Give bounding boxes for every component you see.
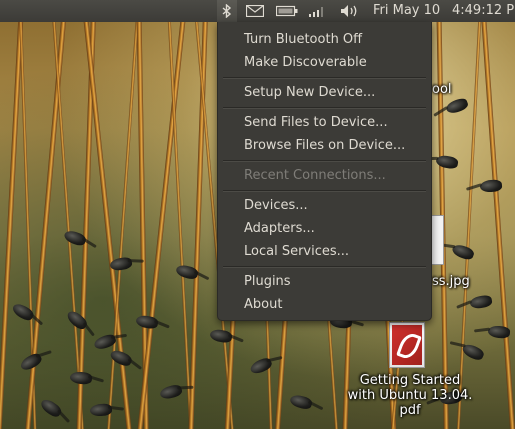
- menu-item-setup-new-device[interactable]: Setup New Device...: [244, 81, 375, 103]
- desktop-icon-label-partial[interactable]: ool: [432, 82, 452, 97]
- pdf-file-label[interactable]: Getting Started with Ubuntu 13.04. pdf: [340, 373, 480, 418]
- menu-separator: [223, 190, 426, 192]
- network-signal-icon: [309, 7, 323, 17]
- menu-item-adapters[interactable]: Adapters...: [244, 217, 315, 239]
- menu-item-recent-connections: Recent Connections...: [244, 167, 386, 183]
- menu-separator: [223, 77, 426, 79]
- mail-icon: [246, 5, 264, 17]
- sound-indicator[interactable]: [336, 0, 364, 22]
- menu-separator: [223, 266, 426, 268]
- menu-item-about[interactable]: About: [244, 293, 282, 315]
- menu-separator: [223, 160, 426, 162]
- menu-item-make-discoverable[interactable]: Make Discoverable: [244, 51, 367, 73]
- clock-time: 4:49:12 PM: [452, 3, 515, 18]
- battery-indicator[interactable]: [274, 0, 300, 22]
- bluetooth-indicator[interactable]: [217, 0, 237, 22]
- menu-item-devices[interactable]: Devices...: [244, 194, 308, 216]
- pdf-label-line: with Ubuntu 13.04.: [347, 388, 473, 403]
- bluetooth-menu: Turn Bluetooth Off Make Discoverable Set…: [217, 22, 432, 321]
- pdf-file-icon[interactable]: [389, 322, 425, 368]
- bluetooth-icon: [222, 4, 232, 18]
- desktop-icon-label-partial[interactable]: ss.jpg: [432, 274, 470, 289]
- messaging-indicator[interactable]: [243, 0, 267, 22]
- menu-item-send-files[interactable]: Send Files to Device...: [244, 111, 388, 133]
- battery-icon: [276, 5, 298, 17]
- menu-item-browse-files[interactable]: Browse Files on Device...: [244, 134, 405, 156]
- pdf-label-line: Getting Started: [359, 373, 461, 388]
- volume-icon: [341, 5, 357, 17]
- pdf-label-line: pdf: [399, 403, 421, 418]
- top-panel: Fri May 10 4:49:12 PM: [0, 0, 515, 22]
- image-file-icon[interactable]: [430, 215, 444, 265]
- network-indicator[interactable]: [305, 0, 329, 22]
- menu-item-plugins[interactable]: Plugins: [244, 270, 291, 292]
- menu-separator: [223, 107, 426, 109]
- menu-item-local-services[interactable]: Local Services...: [244, 240, 349, 262]
- clock-indicator[interactable]: Fri May 10 4:49:12 PM: [369, 0, 515, 22]
- menu-item-turn-bluetooth-off[interactable]: Turn Bluetooth Off: [244, 28, 362, 50]
- clock-date: Fri May 10: [373, 3, 441, 18]
